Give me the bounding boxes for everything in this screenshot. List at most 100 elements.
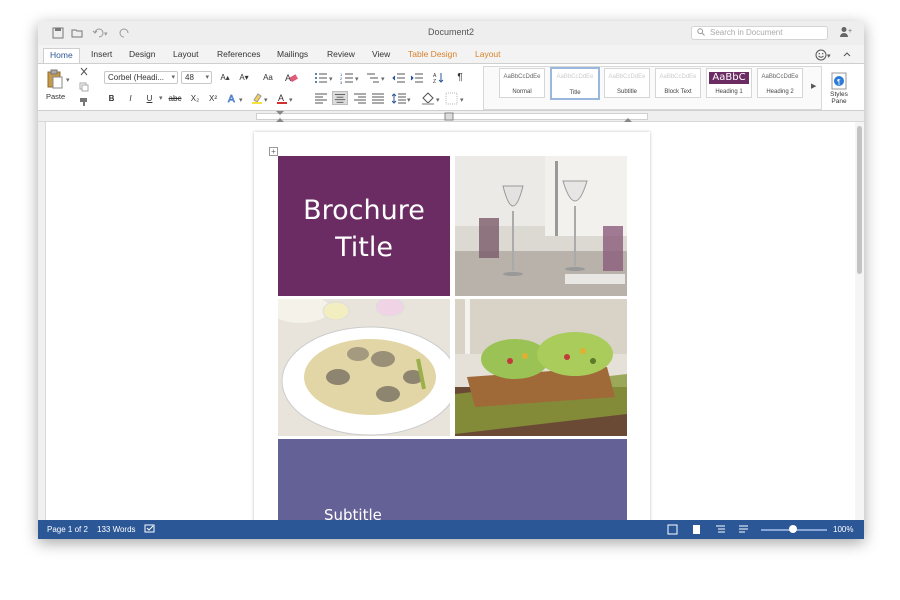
italic-button[interactable]: I bbox=[124, 92, 137, 105]
format-painter-icon[interactable] bbox=[79, 97, 89, 107]
styles-pane-icon[interactable]: ¶ bbox=[831, 72, 847, 92]
line-spacing-icon[interactable]: ▾ bbox=[392, 92, 414, 105]
sort-icon[interactable]: AZ bbox=[433, 71, 445, 84]
font-size-select[interactable]: 48 bbox=[181, 71, 212, 84]
collapse-ribbon-icon[interactable] bbox=[842, 50, 852, 60]
style-title[interactable]: AaBbCcDdEe Title bbox=[550, 67, 600, 100]
change-case-button[interactable]: Aa bbox=[257, 71, 279, 84]
lettuce-wraps-photo[interactable] bbox=[455, 299, 627, 436]
word-count[interactable]: 133 Words bbox=[97, 525, 136, 534]
underline-button[interactable]: U bbox=[143, 92, 156, 105]
wine-glasses-photo[interactable] bbox=[455, 156, 627, 296]
search-input[interactable]: Search in Document bbox=[691, 26, 828, 40]
copy-icon[interactable] bbox=[79, 82, 89, 92]
style-heading-1[interactable]: AaBbC Heading 1 bbox=[706, 68, 752, 98]
proofing-icon[interactable] bbox=[144, 524, 156, 535]
subscript-button[interactable]: X₂ bbox=[188, 92, 202, 105]
tab-mailings[interactable]: Mailings bbox=[271, 48, 314, 63]
subtitle-cell[interactable]: Subtitle bbox=[278, 439, 627, 529]
outline-view-icon[interactable] bbox=[715, 524, 726, 535]
svg-text:▾: ▾ bbox=[436, 97, 440, 104]
tab-layout[interactable]: Layout bbox=[167, 48, 205, 63]
justify-icon[interactable] bbox=[371, 92, 385, 105]
style-heading-2[interactable]: AaBbCcDdEe Heading 2 bbox=[757, 68, 803, 98]
brochure-title[interactable]: Brochure Title bbox=[278, 192, 450, 266]
search-placeholder: Search in Document bbox=[710, 28, 783, 37]
indent-marker-icon[interactable] bbox=[276, 111, 284, 122]
shading-icon[interactable]: ▾ bbox=[421, 92, 443, 105]
numbering-icon[interactable]: 123 ▾ bbox=[340, 71, 362, 84]
cut-icon[interactable] bbox=[79, 67, 89, 77]
draft-view-icon[interactable] bbox=[667, 524, 678, 535]
vertical-ruler bbox=[38, 122, 46, 520]
share-people-icon[interactable]: + bbox=[839, 26, 853, 38]
svg-text:▾: ▾ bbox=[827, 53, 831, 60]
style-label: Title bbox=[569, 90, 581, 96]
style-preview: AaBbCcDdEe bbox=[556, 74, 594, 80]
vertical-scrollbar[interactable] bbox=[855, 122, 864, 520]
svg-text:▾: ▾ bbox=[407, 97, 411, 104]
text-effects-icon[interactable]: A ▾ bbox=[227, 92, 247, 105]
highlight-icon[interactable]: ▾ bbox=[251, 92, 271, 105]
style-normal[interactable]: AaBbCcDdEe Normal bbox=[499, 68, 545, 98]
search-icon bbox=[697, 28, 705, 36]
style-label: Heading 1 bbox=[715, 89, 743, 95]
style-block-text[interactable]: AaBbCcDdEe Block Text bbox=[655, 68, 701, 98]
increase-indent-icon[interactable] bbox=[410, 71, 424, 84]
style-preview: AaBbCcDdEe bbox=[761, 74, 799, 80]
status-bar: Page 1 of 2 133 Words 100% bbox=[38, 520, 864, 539]
tab-design[interactable]: Design bbox=[123, 48, 161, 63]
svg-text:▾: ▾ bbox=[355, 76, 359, 83]
page-count[interactable]: Page 1 of 2 bbox=[47, 525, 88, 534]
tab-home[interactable]: Home bbox=[43, 48, 80, 63]
superscript-button[interactable]: X² bbox=[206, 92, 220, 105]
bullets-icon[interactable]: ▾ bbox=[314, 71, 336, 84]
multilevel-list-icon[interactable]: ▾ bbox=[366, 71, 388, 84]
paste-label: Paste bbox=[46, 92, 66, 101]
tab-table-design[interactable]: Table Design bbox=[402, 48, 463, 63]
style-subtitle[interactable]: AaBbCcDdEe Subtitle bbox=[604, 68, 650, 98]
style-preview: AaBbCcDdEe bbox=[608, 74, 646, 80]
clear-formatting-icon[interactable]: A bbox=[284, 71, 298, 84]
tab-view[interactable]: View bbox=[366, 48, 396, 63]
tab-table-layout[interactable]: Layout bbox=[469, 48, 507, 63]
svg-text:▾: ▾ bbox=[264, 97, 268, 104]
align-left-icon[interactable] bbox=[314, 92, 328, 105]
bold-button[interactable]: B bbox=[105, 92, 118, 105]
strikethrough-button[interactable]: abc bbox=[166, 92, 184, 105]
font-name-select[interactable]: Corbel (Headi... bbox=[104, 71, 178, 84]
tab-review[interactable]: Review bbox=[321, 48, 361, 63]
document-canvas[interactable]: + Brochure Title Subtitle bbox=[38, 122, 864, 532]
tab-insert[interactable]: Insert bbox=[85, 48, 118, 63]
feedback-smiley-icon[interactable]: ▾ bbox=[815, 49, 833, 61]
word-window: ▾ Document2 Search in Document + Home In… bbox=[38, 21, 864, 539]
show-formatting-marks-button[interactable]: ¶ bbox=[455, 71, 465, 84]
shrink-font-button[interactable]: A▾ bbox=[235, 71, 253, 84]
align-center-icon[interactable] bbox=[332, 91, 348, 105]
svg-text:+: + bbox=[848, 28, 852, 35]
svg-text:¶: ¶ bbox=[837, 79, 841, 86]
paste-dropdown-icon[interactable]: ▾ bbox=[66, 76, 70, 84]
svg-text:A: A bbox=[228, 94, 235, 105]
zoom-slider-knob[interactable] bbox=[789, 525, 797, 533]
underline-dropdown-icon[interactable]: ▾ bbox=[159, 94, 163, 102]
font-color-icon[interactable]: A ▾ bbox=[276, 92, 296, 105]
styles-gallery-more-icon[interactable]: ▶ bbox=[811, 82, 816, 90]
svg-text:A: A bbox=[278, 93, 284, 103]
title-cell[interactable]: Brochure Title bbox=[278, 156, 450, 296]
print-layout-icon[interactable] bbox=[691, 524, 702, 535]
scrollbar-thumb[interactable] bbox=[857, 126, 862, 274]
decrease-indent-icon[interactable] bbox=[392, 71, 406, 84]
column-marker-icon[interactable] bbox=[444, 112, 454, 121]
web-layout-icon[interactable] bbox=[738, 524, 749, 535]
paste-icon[interactable] bbox=[46, 68, 64, 90]
tab-references[interactable]: References bbox=[211, 48, 266, 63]
svg-text:▾: ▾ bbox=[289, 97, 293, 104]
align-right-icon[interactable] bbox=[353, 92, 367, 105]
borders-icon[interactable]: ▾ bbox=[445, 92, 467, 105]
table-move-handle-icon[interactable]: + bbox=[269, 147, 278, 156]
clam-pasta-photo[interactable] bbox=[278, 299, 450, 436]
zoom-level[interactable]: 100% bbox=[833, 525, 853, 534]
right-indent-marker-icon[interactable] bbox=[624, 111, 632, 122]
grow-font-button[interactable]: A▴ bbox=[216, 71, 234, 84]
